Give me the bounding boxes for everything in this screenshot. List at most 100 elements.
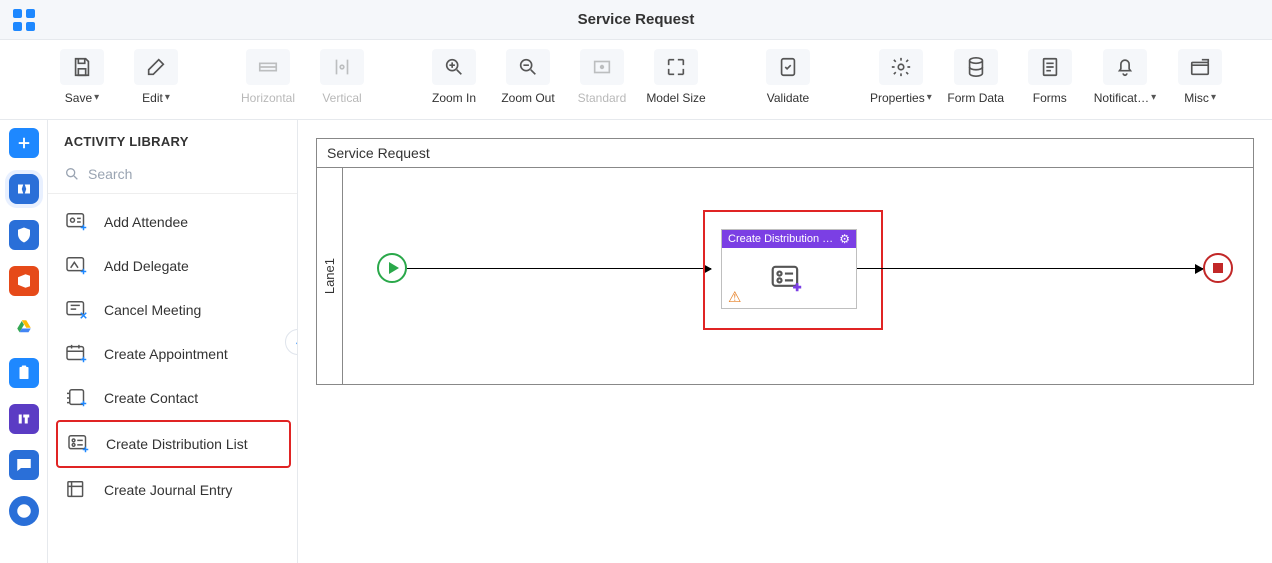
cancel-meeting-icon	[64, 298, 92, 322]
activity-item[interactable]: Create Appointment	[56, 332, 291, 376]
start-event[interactable]	[377, 253, 407, 283]
edit-icon	[134, 49, 178, 85]
app-circle-icon[interactable]	[9, 496, 39, 526]
activity-item-label: Create Journal Entry	[104, 482, 232, 499]
search-icon	[64, 165, 80, 183]
activity-item-label: Create Appointment	[104, 346, 228, 363]
add-attendee-icon	[64, 210, 92, 234]
activity-item-label: Add Attendee	[104, 214, 188, 231]
save-button[interactable]: Save▾	[52, 49, 112, 111]
zoom-out-label: Zoom Out	[501, 91, 554, 105]
activity-item-selected[interactable]: Create Distribution List	[56, 420, 291, 468]
chevron-down-icon: ▾	[94, 92, 99, 103]
notifications-label: Notificat…	[1094, 91, 1149, 105]
gear-icon	[879, 49, 923, 85]
create-journal-icon	[64, 478, 92, 502]
header: Service Request	[0, 0, 1272, 40]
model-size-label: Model Size	[646, 91, 705, 105]
lane-label[interactable]: Lane1	[317, 168, 343, 384]
gear-icon[interactable]: ⚙	[839, 232, 850, 246]
activity-item-label: Create Contact	[104, 390, 198, 407]
misc-icon	[1178, 49, 1222, 85]
forms-button[interactable]: Forms	[1020, 49, 1080, 111]
chevron-down-icon: ▾	[927, 92, 932, 103]
activity-item[interactable]: Cancel Meeting	[56, 288, 291, 332]
horizontal-label: Horizontal	[241, 91, 295, 105]
vertical-label: Vertical	[322, 91, 361, 105]
activity-item[interactable]: Add Attendee	[56, 200, 291, 244]
edit-label: Edit	[142, 91, 163, 105]
process-canvas[interactable]: Service Request Lane1 Create Distributio…	[298, 120, 1272, 563]
end-event[interactable]	[1203, 253, 1233, 283]
create-contact-icon	[64, 386, 92, 410]
warning-icon: ⚠	[728, 288, 741, 306]
activity-item-label: Cancel Meeting	[104, 302, 201, 319]
chat-icon[interactable]	[9, 450, 39, 480]
properties-button[interactable]: Properties▾	[870, 49, 932, 111]
vertical-button[interactable]: Vertical	[312, 49, 372, 111]
misc-button[interactable]: Misc▾	[1170, 49, 1230, 111]
pool-title: Service Request	[317, 139, 1253, 168]
toolbar: Save▾ Edit▾ Horizontal Vertical Zoom In …	[0, 40, 1272, 120]
validate-label: Validate	[767, 91, 809, 105]
sequence-flow[interactable]	[857, 268, 1203, 269]
edit-button[interactable]: Edit▾	[126, 49, 186, 111]
horizontal-icon	[246, 49, 290, 85]
zoom-standard-label: Standard	[578, 91, 627, 105]
lane-content[interactable]: Create Distribution … ⚙ ⚠	[343, 168, 1253, 384]
form-data-label: Form Data	[947, 91, 1004, 105]
chevron-down-icon: ▾	[165, 92, 170, 103]
create-distribution-list-icon	[66, 432, 94, 456]
exchange-icon[interactable]	[9, 174, 39, 204]
search-input-wrap[interactable]	[48, 159, 297, 194]
app-logo[interactable]	[0, 8, 48, 32]
activity-list: Add Attendee Add Delegate Cancel Meeting…	[48, 194, 297, 518]
activity-library-panel: ACTIVITY LIBRARY Add Attendee Add Delega…	[48, 120, 298, 563]
panel-heading: ACTIVITY LIBRARY	[48, 120, 297, 159]
horizontal-button[interactable]: Horizontal	[238, 49, 298, 111]
zoom-out-icon	[506, 49, 550, 85]
form-data-button[interactable]: Form Data	[946, 49, 1006, 111]
pool[interactable]: Service Request Lane1 Create Distributio…	[316, 138, 1254, 385]
activity-item-label: Add Delegate	[104, 258, 189, 275]
misc-label: Misc	[1184, 91, 1209, 105]
model-size-icon	[654, 49, 698, 85]
search-input[interactable]	[88, 166, 281, 182]
page-title: Service Request	[578, 11, 695, 28]
add-icon[interactable]	[9, 128, 39, 158]
save-label: Save	[65, 91, 92, 105]
notifications-button[interactable]: Notificat…▾	[1094, 49, 1156, 111]
zoom-in-button[interactable]: Zoom In	[424, 49, 484, 111]
validate-icon	[766, 49, 810, 85]
database-icon	[954, 49, 998, 85]
task-type-icon	[770, 262, 808, 296]
activity-item-label: Create Distribution List	[106, 436, 248, 453]
zoom-standard-button[interactable]: Standard	[572, 49, 632, 111]
properties-label: Properties	[870, 91, 925, 105]
forms-label: Forms	[1033, 91, 1067, 105]
zoom-in-icon	[432, 49, 476, 85]
activity-item[interactable]: Add Delegate	[56, 244, 291, 288]
sequence-flow[interactable]	[407, 268, 711, 269]
it-icon[interactable]	[9, 404, 39, 434]
zoom-in-label: Zoom In	[432, 91, 476, 105]
clipboard-icon[interactable]	[9, 358, 39, 388]
shield-icon[interactable]	[9, 220, 39, 250]
task-label: Create Distribution …	[728, 233, 833, 245]
save-icon	[60, 49, 104, 85]
forms-icon	[1028, 49, 1072, 85]
zoom-out-button[interactable]: Zoom Out	[498, 49, 558, 111]
activity-item[interactable]: Create Contact	[56, 376, 291, 420]
model-size-button[interactable]: Model Size	[646, 49, 706, 111]
office-icon[interactable]	[9, 266, 39, 296]
bell-icon	[1103, 49, 1147, 85]
task-node[interactable]: Create Distribution … ⚙ ⚠	[721, 229, 857, 309]
icon-sidebar	[0, 120, 48, 563]
chevron-down-icon: ▾	[1151, 92, 1156, 103]
zoom-standard-icon	[580, 49, 624, 85]
validate-button[interactable]: Validate	[758, 49, 818, 111]
activity-item[interactable]: Create Journal Entry	[56, 468, 291, 512]
vertical-icon	[320, 49, 364, 85]
create-appointment-icon	[64, 342, 92, 366]
google-drive-icon[interactable]	[9, 312, 39, 342]
